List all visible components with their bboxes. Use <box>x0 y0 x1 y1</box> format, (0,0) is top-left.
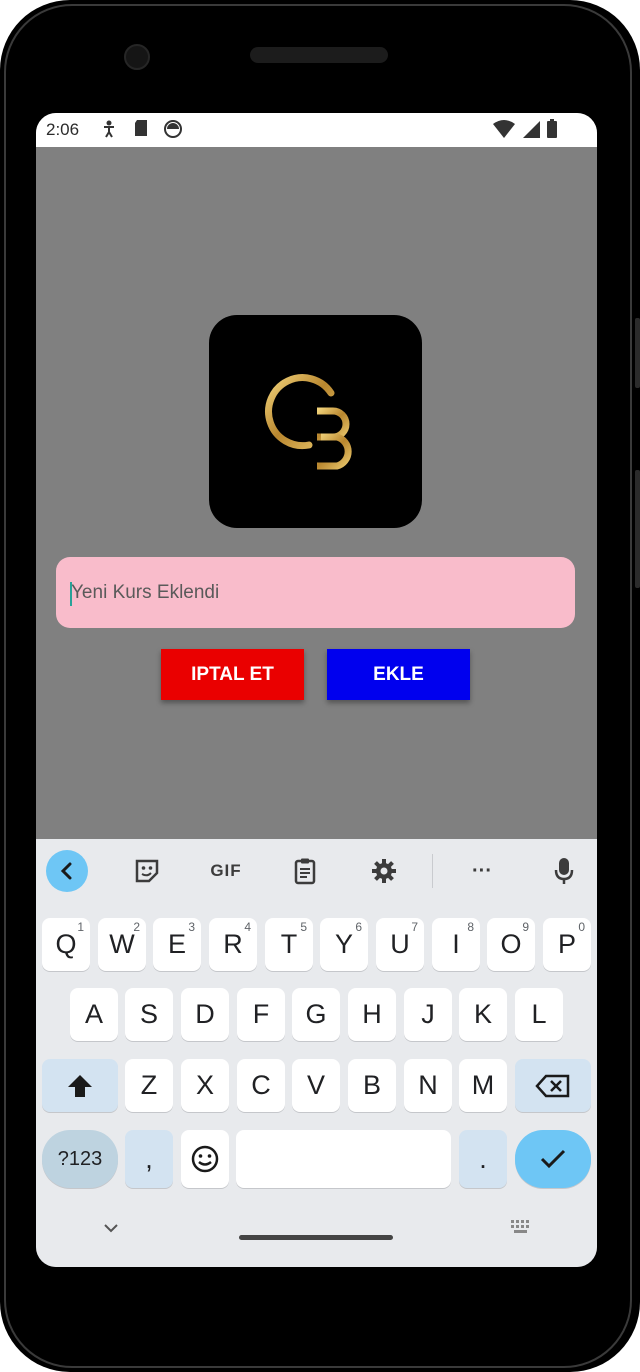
key-c[interactable]: C <box>237 1059 285 1112</box>
key-hint: 5 <box>300 920 307 934</box>
home-gesture-handle[interactable] <box>239 1235 393 1240</box>
navigation-bar <box>36 1209 597 1267</box>
wifi-icon <box>492 119 516 144</box>
key-label: T <box>280 929 298 959</box>
text-cursor <box>70 582 72 606</box>
key-hint: 8 <box>467 920 474 934</box>
key-w[interactable]: W2 <box>98 918 146 971</box>
phone-frame: 2:06 Yeni Kurs Eklendi IPTAL ET EKLE GIF… <box>0 0 640 1372</box>
key-hint: 2 <box>133 920 140 934</box>
soft-keyboard: GIF ··· Q1 W2 E3 R4 T5 Y6 U7 I 8 O 9 P 0… <box>36 839 597 1267</box>
key-e[interactable]: E3 <box>153 918 201 971</box>
gif-button[interactable]: GIF <box>204 853 248 889</box>
key-label: I <box>452 929 460 959</box>
key-hint: 7 <box>411 920 418 934</box>
record-icon <box>163 119 183 144</box>
chevron-left-icon[interactable] <box>46 850 88 892</box>
key-z[interactable]: Z <box>125 1059 173 1112</box>
period-key[interactable]: . <box>459 1130 507 1188</box>
emoji-key[interactable] <box>181 1130 229 1188</box>
key-k[interactable]: K <box>459 988 507 1041</box>
key-b[interactable]: B <box>348 1059 396 1112</box>
key-hint: 1 <box>77 920 84 934</box>
key-d[interactable]: D <box>181 988 229 1041</box>
enter-key[interactable] <box>515 1130 591 1188</box>
key-n[interactable]: N <box>404 1059 452 1112</box>
status-time: 2:06 <box>46 120 80 139</box>
backspace-key[interactable] <box>515 1059 591 1112</box>
key-q[interactable]: Q1 <box>42 918 90 971</box>
key-label: Q <box>55 929 77 959</box>
toolbar-divider <box>432 854 433 888</box>
key-hint: 4 <box>244 920 251 934</box>
key-o[interactable]: O9 <box>487 918 535 971</box>
backspace-icon <box>535 1074 570 1097</box>
accessibility-icon <box>102 119 116 144</box>
add-course-screen: IPTAL ET EKLE <box>36 147 597 839</box>
key-hint: 0 <box>578 920 585 934</box>
key-y[interactable]: Y6 <box>320 918 368 971</box>
key-label: O <box>500 929 522 959</box>
gif-label: GIF <box>210 861 242 880</box>
key-hint: 6 <box>355 920 362 934</box>
shift-key[interactable] <box>42 1059 118 1112</box>
add-button[interactable]: EKLE <box>327 649 470 700</box>
course-name-input[interactable] <box>56 557 575 628</box>
key-a[interactable]: A <box>70 988 118 1041</box>
status-bar: 2:06 <box>36 113 597 147</box>
key-label: W <box>109 929 135 959</box>
chevron-down-icon[interactable] <box>102 1221 120 1239</box>
key-label: E <box>167 929 186 959</box>
more-icon[interactable]: ··· <box>464 853 500 889</box>
space-key[interactable] <box>236 1130 451 1188</box>
logo-mark <box>265 374 352 470</box>
emoji-icon <box>191 1145 219 1173</box>
power-button <box>635 318 640 388</box>
key-j[interactable]: J <box>404 988 452 1041</box>
comma-key[interactable]: , <box>125 1130 173 1188</box>
keyboard-icon[interactable] <box>510 1219 532 1240</box>
signal-icon <box>522 119 542 144</box>
key-i[interactable]: I8 <box>432 918 480 971</box>
sd-card-icon <box>134 119 148 142</box>
cb-monogram-logo <box>209 315 422 528</box>
key-hint: 9 <box>522 920 529 934</box>
shift-icon <box>68 1074 92 1097</box>
cancel-button[interactable]: IPTAL ET <box>161 649 304 700</box>
symbols-key[interactable]: ?123 <box>42 1130 118 1188</box>
key-v[interactable]: V <box>292 1059 340 1112</box>
front-camera <box>124 44 150 70</box>
key-p[interactable]: P0 <box>543 918 591 971</box>
key-label: U <box>390 929 410 959</box>
key-s[interactable]: S <box>125 988 173 1041</box>
key-x[interactable]: X <box>181 1059 229 1112</box>
key-label: Y <box>334 929 353 959</box>
key-r[interactable]: R4 <box>209 918 257 971</box>
sticker-icon[interactable] <box>129 853 165 889</box>
key-f[interactable]: F <box>237 988 285 1041</box>
key-l[interactable]: L <box>515 988 563 1041</box>
key-t[interactable]: T5 <box>265 918 313 971</box>
mic-icon[interactable] <box>546 853 582 889</box>
key-u[interactable]: U7 <box>376 918 424 971</box>
key-hint: 3 <box>188 920 195 934</box>
key-h[interactable]: H <box>348 988 396 1041</box>
earpiece-speaker <box>250 47 388 63</box>
key-label: P <box>557 929 576 959</box>
volume-button <box>635 470 640 588</box>
keyboard-toolbar: GIF ··· <box>36 839 597 903</box>
gear-icon[interactable] <box>366 853 402 889</box>
key-g[interactable]: G <box>292 988 340 1041</box>
key-m[interactable]: M <box>459 1059 507 1112</box>
checkmark-icon <box>540 1149 566 1169</box>
battery-icon <box>546 119 558 144</box>
device-screen: 2:06 Yeni Kurs Eklendi IPTAL ET EKLE GIF… <box>36 113 597 1267</box>
clipboard-icon[interactable] <box>287 853 323 889</box>
key-label: R <box>223 929 243 959</box>
